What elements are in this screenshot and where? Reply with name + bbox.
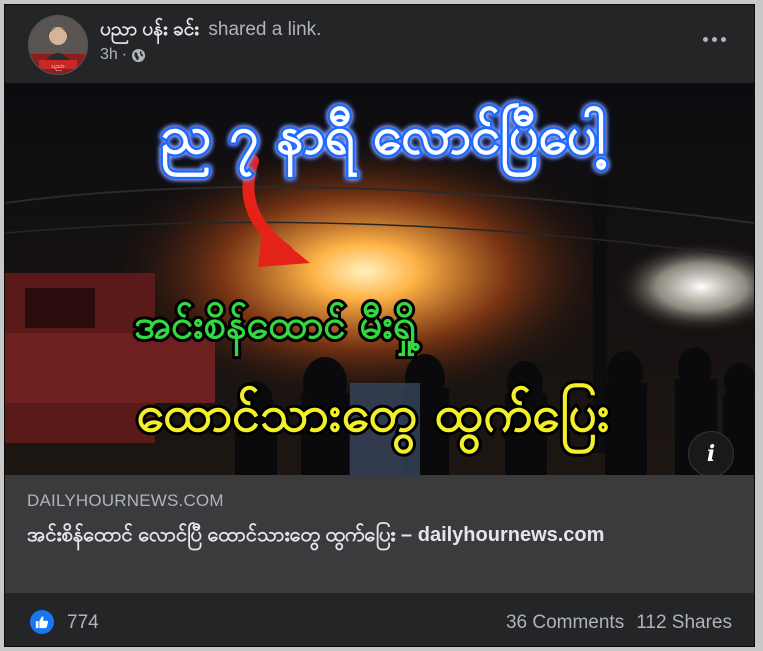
avatar-caption: ပညာ	[51, 62, 65, 71]
link-title[interactable]: အင်းစိန်ထောင် လောင်ပြီ ထောင်သားတွေ ထွက်ပ…	[27, 521, 727, 549]
reactions-bar: 774 36 Comments 112 Shares	[5, 593, 754, 646]
meta-separator: ·	[121, 46, 128, 63]
avatar[interactable]: ပညာ	[28, 15, 88, 75]
globe-icon[interactable]	[131, 48, 146, 63]
action-text: shared a link.	[208, 19, 322, 40]
news-photo: ည ၇ နာရီ လောင်ပြီပေါ့ အင်းစိန်ထောင် မီးရ…	[5, 83, 754, 475]
like-count[interactable]: 774	[67, 612, 99, 634]
post-header: ပညာ ပညာ ပန်း ခင်း shared a link. 3h ·	[5, 5, 754, 83]
post-card: ပညာ ပညာ ပန်း ခင်း shared a link. 3h · ည …	[4, 4, 755, 647]
like-reaction-icon[interactable]	[30, 610, 54, 634]
link-preview-meta[interactable]: DAILYHOURNEWS.COM အင်းစိန်ထောင် လောင်ပြီ…	[5, 475, 754, 593]
more-options-icon[interactable]	[696, 25, 732, 53]
timestamp[interactable]: 3h	[100, 46, 118, 64]
author-name[interactable]: ပညာ ပန်း ခင်း	[100, 19, 199, 40]
thumbs-up-icon	[35, 616, 49, 629]
author-line: ပညာ ပန်း ခင်း shared a link.	[100, 17, 321, 45]
shares-count[interactable]: 112 Shares	[636, 612, 732, 634]
avatar-image: ပညာ	[29, 16, 87, 74]
post-meta: 3h ·	[100, 46, 146, 64]
comments-count[interactable]: 36 Comments	[506, 612, 624, 634]
engagement-counts: 36 Comments 112 Shares	[506, 612, 732, 634]
link-preview-image[interactable]: ည ၇ နာရီ လောင်ပြီပေါ့ အင်းစိန်ထောင် မီးရ…	[5, 83, 754, 475]
info-icon[interactable]: i	[688, 431, 734, 475]
link-domain: DAILYHOURNEWS.COM	[27, 491, 224, 510]
